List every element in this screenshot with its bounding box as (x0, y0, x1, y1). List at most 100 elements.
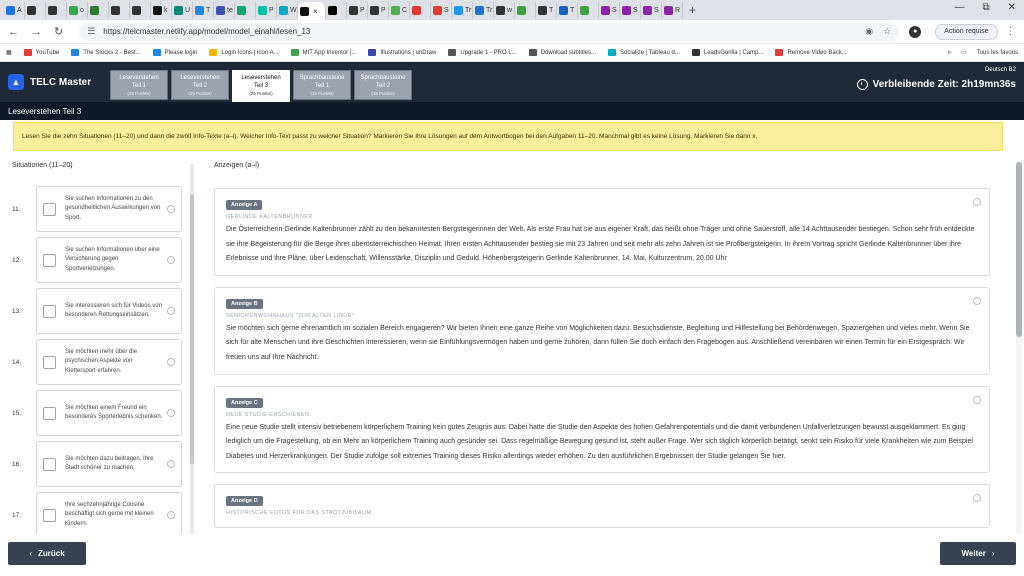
bookmark-star-icon[interactable]: ☆ (883, 26, 891, 37)
situation-card[interactable]: Ihre sechzehnjährige Cousine beschäftigt… (36, 492, 182, 534)
answer-checkbox[interactable] (43, 406, 56, 420)
browser-tab[interactable]: P (347, 2, 368, 18)
brand[interactable]: ▲ TELC Master (8, 74, 91, 90)
browser-tab[interactable]: C (389, 2, 410, 18)
browser-tab[interactable] (515, 2, 536, 18)
answer-checkbox[interactable] (43, 457, 56, 471)
info-icon[interactable] (167, 307, 175, 315)
browser-tab[interactable]: S (431, 2, 452, 18)
part-tab[interactable]: Leseverstehen Teil 3 (25 Punkte) (232, 70, 290, 102)
browser-tab[interactable]: S (599, 2, 620, 18)
reload-icon[interactable]: ↻ (54, 25, 63, 38)
browser-tab[interactable] (88, 2, 109, 18)
browser-tab[interactable]: T (193, 2, 214, 18)
url-input[interactable]: ☰ https://telcmaster.netlify.app/model/m… (79, 22, 900, 41)
situation-card[interactable]: Sie möchten einem Freund ein besonderes … (36, 390, 182, 436)
browser-tab[interactable] (25, 2, 46, 18)
ad-card[interactable]: Anzeige D HISTORISCHE FOTOS FÜR DAS STADT… (214, 484, 990, 529)
next-button[interactable]: Weiter › (940, 542, 1016, 565)
browser-tab[interactable]: S (620, 2, 641, 18)
minimize-icon[interactable]: — (954, 2, 964, 13)
profile-avatar[interactable]: ● (909, 25, 922, 38)
browser-tab[interactable]: Tr (473, 2, 494, 18)
browser-tab[interactable]: k (151, 2, 172, 18)
browser-tab[interactable]: P (368, 2, 389, 18)
browser-tab[interactable]: Tr (452, 2, 473, 18)
part-tab[interactable]: Sprachbausteine Teil 2 (15 Punkte) (354, 70, 412, 100)
answer-checkbox[interactable] (43, 304, 56, 318)
ads-list[interactable]: Anzeige A GERLINDE KALTENBRUNNER Die Öster… (214, 188, 990, 534)
close-tab-icon[interactable]: × (313, 7, 318, 16)
info-icon[interactable] (167, 256, 175, 264)
situations-scrollbar[interactable] (190, 164, 194, 534)
info-icon[interactable] (167, 358, 175, 366)
bookmark-item[interactable]: Please login (152, 49, 197, 56)
browser-tab[interactable] (109, 2, 130, 18)
scroll-thumb[interactable] (1016, 162, 1022, 337)
situation-card[interactable]: Sie möchten dazu beitragen, Ihre Stadt s… (36, 441, 182, 487)
browser-tab[interactable]: A (4, 2, 25, 18)
browser-tab[interactable] (46, 2, 67, 18)
situations-list[interactable]: 11. Sie suchen Informationen zu den gesun… (12, 186, 182, 534)
ads-scrollbar[interactable] (1016, 162, 1022, 534)
answer-checkbox[interactable] (43, 202, 56, 216)
translate-icon[interactable]: ◉ (865, 26, 873, 37)
all-bookmarks[interactable]: » ▭ Tous les favoris (948, 49, 1018, 57)
info-icon[interactable] (973, 296, 981, 305)
bookmark-item[interactable]: LeadsGorilla | Camp... (691, 49, 763, 56)
apps-grid-icon[interactable]: ▦ (6, 49, 12, 56)
answer-checkbox[interactable] (43, 355, 56, 369)
bookmark-item[interactable]: Download subtitles... (528, 49, 596, 56)
info-icon[interactable] (167, 460, 175, 468)
browser-tab[interactable]: T (557, 2, 578, 18)
back-button[interactable]: ‹ Zurück (8, 542, 86, 565)
bookmark-item[interactable]: YouTube (23, 49, 59, 56)
browser-tab[interactable]: U (172, 2, 193, 18)
browser-tab[interactable]: R (662, 2, 683, 18)
browser-tab[interactable]: o (67, 2, 88, 18)
browser-tab[interactable]: W (277, 2, 298, 18)
bookmark-item[interactable]: MIT App Inventor |... (290, 49, 356, 56)
browser-tab[interactable]: T (536, 2, 557, 18)
info-icon[interactable] (167, 409, 175, 417)
more-bookmarks-icon[interactable]: » (948, 50, 951, 56)
browser-menu-icon[interactable]: ⋮ (1006, 26, 1016, 37)
situation-card[interactable]: Sie interessieren sich für Videos von be… (36, 288, 182, 334)
bookmark-item[interactable]: Login Icons | Icon A... (209, 49, 279, 56)
info-icon[interactable] (973, 198, 981, 206)
ad-card[interactable]: Anzeige A GERLINDE KALTENBRUNNER Die Öster… (214, 188, 990, 276)
ad-card[interactable]: Anzeige B SENIORENWOHNHAUS "ZUR ALTEN LIN… (214, 286, 990, 375)
back-nav-icon[interactable]: ← (8, 26, 19, 38)
close-window-icon[interactable]: ✕ (1008, 2, 1016, 13)
ad-card[interactable]: Anzeige C NEUE STUDIE ERSCHIENEN Eine neue… (214, 385, 990, 474)
info-icon[interactable] (973, 395, 981, 404)
situation-card[interactable]: Sie möchten mehr über die psychischen As… (36, 339, 182, 385)
site-info-icon[interactable]: ☰ (87, 26, 95, 37)
browser-tab[interactable] (410, 2, 431, 18)
info-icon[interactable] (973, 494, 981, 503)
browser-tab[interactable] (326, 2, 347, 18)
part-tab[interactable]: Leseverstehen Teil 1 (25 Punkte) (110, 70, 168, 100)
bookmark-item[interactable]: Illustrations | unDraw (368, 49, 436, 56)
browser-tab[interactable]: P (256, 2, 277, 18)
situation-card[interactable]: Sie suchen Informationen über eine Versi… (36, 237, 182, 283)
browser-tab[interactable]: w (494, 2, 515, 18)
bookmark-item[interactable]: Upgrade 1 - PRO L... (448, 49, 517, 56)
situation-card[interactable]: Sie suchen Informationen zu den gesundhe… (36, 186, 182, 232)
browser-tab-active[interactable]: × (298, 2, 326, 20)
bookmark-item[interactable]: Remove Video Back... (775, 49, 847, 56)
bookmark-item[interactable]: Socialize | Tableau d... (608, 49, 680, 56)
new-tab-button[interactable]: + (689, 3, 696, 17)
bookmark-item[interactable]: The Stocks 2 - Best... (71, 49, 141, 56)
action-required-button[interactable]: Action requise (935, 23, 998, 40)
info-icon[interactable] (167, 205, 175, 213)
browser-tab[interactable] (130, 2, 151, 18)
scroll-thumb[interactable] (190, 194, 194, 464)
restore-icon[interactable]: ⧉ (982, 2, 989, 13)
browser-tab[interactable] (235, 2, 256, 18)
browser-tab[interactable] (578, 2, 599, 18)
part-tab[interactable]: Leseverstehen Teil 2 (25 Punkte) (171, 70, 229, 100)
info-icon[interactable] (167, 511, 175, 519)
answer-checkbox[interactable] (43, 253, 56, 267)
answer-checkbox[interactable] (43, 508, 56, 522)
